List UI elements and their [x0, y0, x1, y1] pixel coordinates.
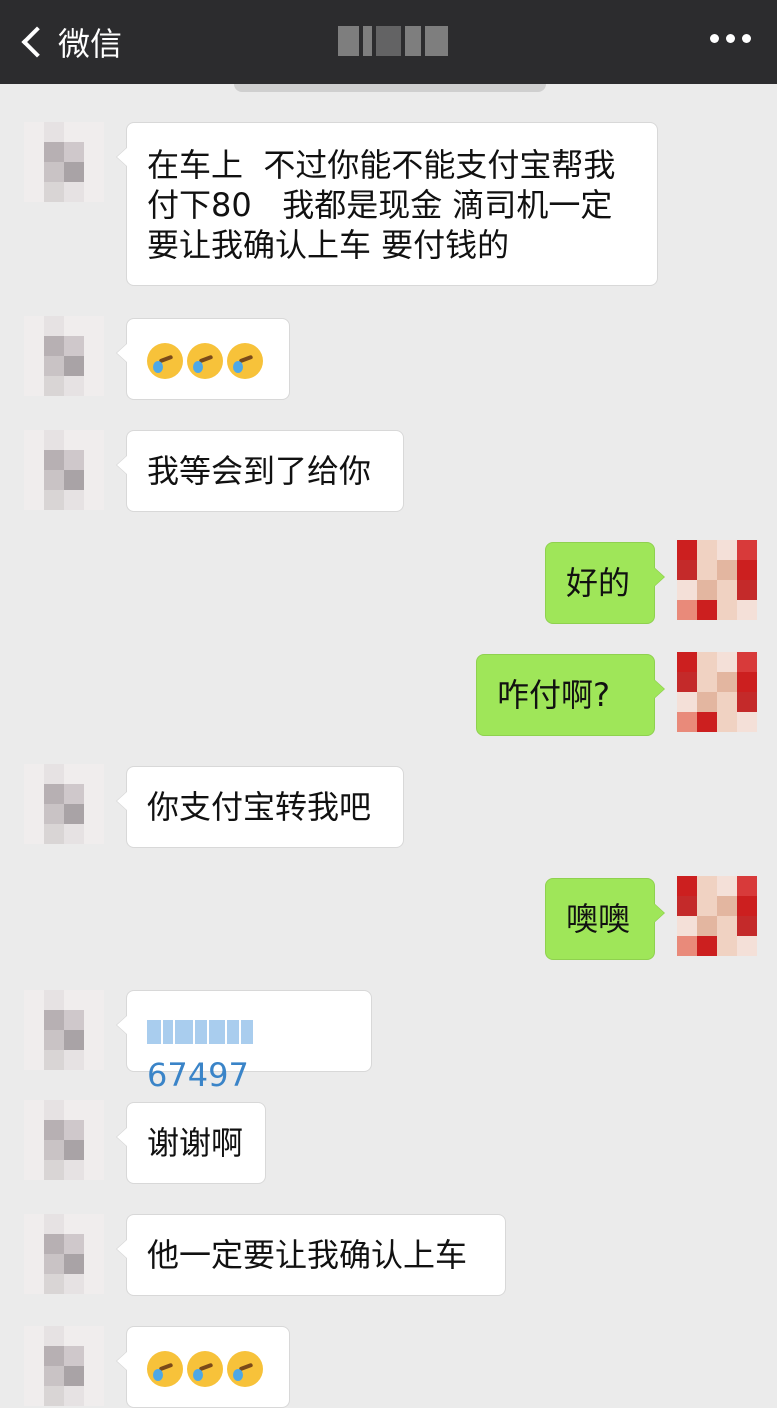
back-label: 微信 — [58, 25, 123, 63]
message-bubble[interactable]: 67497 — [116, 990, 372, 1094]
message-text: 咋付啊? — [497, 676, 610, 714]
message-bubble[interactable]: 噢噢 — [545, 878, 665, 960]
facepalm-cry-icon — [147, 1351, 183, 1387]
more-dot-icon — [710, 34, 719, 43]
message-text: 在车上 不过你能不能支付宝帮我 付下80 我都是现金 滴司机一定 要让我确认上车… — [147, 146, 616, 264]
title-bar: 微信 — [0, 0, 777, 84]
more-options-button[interactable] — [710, 34, 751, 43]
message-bubble[interactable]: 我等会到了给你 — [116, 430, 404, 512]
avatar[interactable] — [24, 1214, 104, 1294]
message-text: 你支付宝转我吧 — [147, 788, 372, 826]
message-bubble[interactable]: 你支付宝转我吧 — [116, 766, 404, 848]
message-text: 我等会到了给你 — [147, 452, 372, 490]
facepalm-cry-icon — [227, 343, 263, 379]
facepalm-cry-icon — [147, 343, 183, 379]
message-bubble[interactable]: 他一定要让我确认上车 — [116, 1214, 506, 1296]
facepalm-cry-icon — [187, 1351, 223, 1387]
avatar[interactable] — [677, 876, 757, 956]
more-dot-icon — [742, 34, 751, 43]
avatar[interactable] — [677, 652, 757, 732]
back-button[interactable]: 微信 — [16, 18, 122, 66]
avatar[interactable] — [677, 540, 757, 620]
redacted-number — [147, 1013, 255, 1053]
phone-number-link[interactable]: 67497 — [147, 1056, 249, 1094]
message-bubble[interactable]: 在车上 不过你能不能支付宝帮我 付下80 我都是现金 滴司机一定 要让我确认上车… — [116, 122, 658, 286]
avatar[interactable] — [24, 316, 104, 396]
message-text: 好的 — [566, 564, 631, 602]
message-bubble[interactable]: 好的 — [545, 542, 665, 624]
avatar[interactable] — [24, 1326, 104, 1406]
chevron-left-icon — [21, 26, 53, 58]
message-bubble[interactable] — [116, 318, 290, 400]
avatar[interactable] — [24, 430, 104, 510]
message-bubble[interactable]: 咋付啊? — [476, 654, 665, 736]
message-text: 谢谢啊 — [147, 1124, 244, 1162]
message-bubble[interactable] — [116, 1326, 290, 1408]
facepalm-cry-icon — [227, 1351, 263, 1387]
message-text: 他一定要让我确认上车 — [147, 1236, 468, 1274]
more-dot-icon — [726, 34, 735, 43]
message-text: 噢噢 — [566, 900, 631, 938]
message-bubble[interactable]: 谢谢啊 — [116, 1102, 266, 1184]
avatar[interactable] — [24, 764, 104, 844]
pull-hint — [234, 84, 546, 92]
avatar[interactable] — [24, 1100, 104, 1180]
chat-title-blurred — [338, 24, 449, 58]
facepalm-cry-icon — [187, 343, 223, 379]
avatar[interactable] — [24, 990, 104, 1070]
avatar[interactable] — [24, 122, 104, 202]
